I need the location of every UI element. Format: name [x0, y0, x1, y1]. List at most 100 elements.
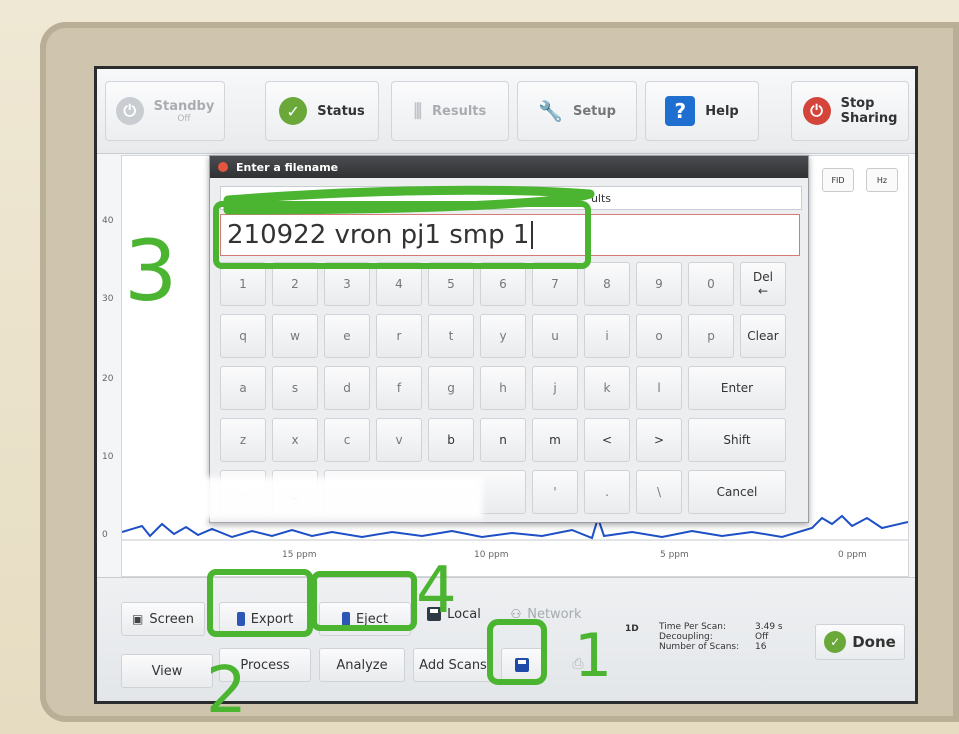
key[interactable]: z	[220, 418, 266, 462]
enter-key[interactable]: Enter	[688, 366, 786, 410]
apostrophe-key[interactable]: '	[532, 470, 578, 514]
delete-key[interactable]: Del ←	[740, 262, 786, 306]
key[interactable]: 9	[636, 262, 682, 306]
key-label: <	[601, 433, 613, 447]
key-label: h	[499, 381, 507, 395]
analyze-button[interactable]: Analyze	[319, 648, 405, 682]
key[interactable]: y	[480, 314, 526, 358]
key[interactable]: u	[532, 314, 578, 358]
key[interactable]: g	[428, 366, 474, 410]
key[interactable]: k	[584, 366, 630, 410]
key[interactable]: r	[376, 314, 422, 358]
cancel-key[interactable]: Cancel	[688, 470, 786, 514]
process-button[interactable]: Process	[219, 648, 311, 682]
key[interactable]: h	[480, 366, 526, 410]
status-button[interactable]: ✓ Status	[265, 81, 379, 141]
done-button[interactable]: ✓ Done	[815, 624, 905, 660]
key[interactable]: f	[376, 366, 422, 410]
hz-toggle[interactable]: Hz	[866, 168, 898, 192]
num-scans-label: Number of Scans:	[659, 642, 740, 652]
key[interactable]: p	[688, 314, 734, 358]
key[interactable]: a	[220, 366, 266, 410]
key[interactable]: v	[376, 418, 422, 462]
key[interactable]: j	[532, 366, 578, 410]
key-label: 9	[655, 277, 663, 291]
key[interactable]: >	[636, 418, 682, 462]
key[interactable]: 7	[532, 262, 578, 306]
add-scans-button[interactable]: Add Scans	[413, 648, 493, 682]
filename-input[interactable]: 210922 vron pj1 smp 1	[220, 214, 800, 256]
key[interactable]: e	[324, 314, 370, 358]
standby-button[interactable]: ⏻ Standby Off	[105, 81, 225, 141]
key[interactable]: x	[272, 418, 318, 462]
backslash-key[interactable]: \	[636, 470, 682, 514]
key[interactable]: n	[480, 418, 526, 462]
key[interactable]: c	[324, 418, 370, 462]
key-label: 4	[395, 277, 403, 291]
screen-button[interactable]: ▣ Screen	[121, 602, 205, 636]
done-label: Done	[852, 633, 896, 651]
key[interactable]: i	[584, 314, 630, 358]
key-label: 0	[707, 277, 715, 291]
view-button[interactable]: View	[121, 654, 213, 688]
export-button[interactable]: Export	[219, 602, 311, 636]
results-label: Results	[432, 103, 487, 119]
top-toolbar: ⏻ Standby Off ✓ Status ⫼ Results 🔧 Setup…	[97, 69, 915, 154]
key-label: r	[396, 329, 402, 343]
key[interactable]: 5	[428, 262, 474, 306]
help-button[interactable]: ? Help	[645, 81, 759, 141]
setup-button[interactable]: 🔧 Setup	[517, 81, 637, 141]
instrument-screen: ⏻ Standby Off ✓ Status ⫼ Results 🔧 Setup…	[94, 66, 918, 704]
question-icon: ?	[665, 96, 696, 126]
network-button[interactable]: ⚇ Network	[503, 598, 589, 630]
bottom-panel: ▣ Screen Export Eject Local ⚇ Network Vi…	[97, 577, 915, 701]
save-button[interactable]	[501, 648, 543, 682]
key[interactable]: l	[636, 366, 682, 410]
key[interactable]: 8	[584, 262, 630, 306]
key[interactable]: b	[428, 418, 474, 462]
key[interactable]: o	[636, 314, 682, 358]
key[interactable]: d	[324, 366, 370, 410]
stop-sharing-label-1: Stop	[840, 96, 875, 111]
setup-label: Setup	[572, 103, 616, 119]
key-label: y	[499, 329, 507, 343]
key[interactable]: <	[584, 418, 630, 462]
key[interactable]: m	[532, 418, 578, 462]
key[interactable]: 6	[480, 262, 526, 306]
close-icon[interactable]	[218, 162, 228, 172]
stop-sharing-button[interactable]: ⏻ Stop Sharing	[791, 81, 909, 141]
key[interactable]: 2	[272, 262, 318, 306]
clear-key[interactable]: Clear	[740, 314, 786, 358]
key[interactable]: s	[272, 366, 318, 410]
key[interactable]: 1	[220, 262, 266, 306]
left-arrow-icon: ←	[757, 284, 769, 298]
standby-label: Standby	[153, 98, 215, 114]
period-key[interactable]: .	[584, 470, 630, 514]
local-button[interactable]: Local	[419, 598, 489, 630]
key[interactable]: w	[272, 314, 318, 358]
num-scans-value: 16	[755, 642, 767, 652]
usb-icon	[236, 612, 245, 626]
wrench-icon: 🔧	[538, 99, 563, 123]
stop-icon: ⏻	[802, 97, 831, 125]
fid-toggle[interactable]: FID	[822, 168, 854, 192]
period-key-label: .	[605, 485, 609, 499]
screen-glare	[193, 477, 483, 519]
key-label: s	[291, 381, 299, 395]
results-button[interactable]: ⫼ Results	[391, 81, 509, 141]
shift-key[interactable]: Shift	[688, 418, 786, 462]
key[interactable]: t	[428, 314, 474, 358]
key-label: q	[239, 329, 247, 343]
delete-key-label: Del	[753, 270, 773, 284]
network-label: Network	[527, 606, 582, 622]
key[interactable]: 3	[324, 262, 370, 306]
key-label: v	[395, 433, 403, 447]
filename-value: 210922 vron pj1 smp 1	[227, 220, 530, 250]
key[interactable]: 4	[376, 262, 422, 306]
eject-button[interactable]: Eject	[319, 602, 411, 636]
key-label: b	[447, 433, 455, 447]
local-label: Local	[447, 606, 481, 622]
print-button[interactable]: ⎙	[563, 648, 593, 680]
key[interactable]: 0	[688, 262, 734, 306]
key[interactable]: q	[220, 314, 266, 358]
